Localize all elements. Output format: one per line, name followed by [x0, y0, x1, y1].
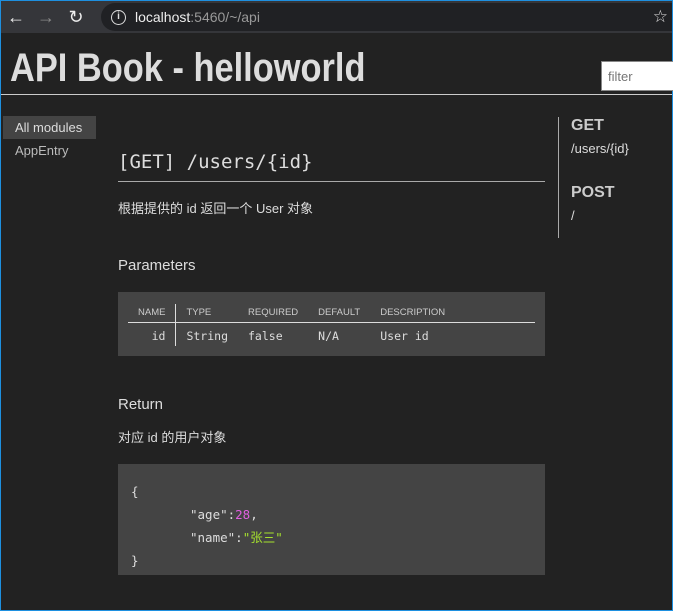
- back-icon[interactable]: ←: [1, 7, 31, 28]
- cell-type: String: [186, 329, 228, 343]
- code-key: "age":: [190, 507, 236, 522]
- return-heading: Return: [118, 396, 164, 413]
- address-bar[interactable]: i localhost:5460/~/api ☆: [101, 3, 672, 31]
- forward-icon[interactable]: →: [31, 7, 61, 28]
- endpoint-description: 根据提供的 id 返回一个 User 对象: [118, 201, 314, 216]
- cell-required: false: [248, 329, 283, 343]
- sidebar-item-appentry[interactable]: AppEntry: [3, 139, 96, 162]
- col-name: NAME: [128, 304, 177, 323]
- sidebar-item-all-modules[interactable]: All modules: [3, 116, 96, 139]
- code-line: "name":"张三": [131, 526, 532, 549]
- cell-default: N/A: [318, 329, 339, 343]
- toc-link-get-users-id[interactable]: /users/{id}: [571, 141, 629, 156]
- toc-get-heading: GET: [571, 117, 604, 134]
- parameters-heading: Parameters: [118, 257, 196, 274]
- endpoint-toc: GET /users/{id} POST /: [558, 117, 629, 238]
- col-type: TYPE: [175, 304, 238, 323]
- col-required: REQUIRED: [238, 304, 309, 323]
- code-line: }: [131, 553, 139, 568]
- return-code-block: { "age":28, "name":"张三" }: [118, 464, 545, 575]
- code-punct: ,: [250, 507, 258, 522]
- main-content: [GET] /users/{id} 根据提供的 id 返回一个 User 对象 …: [118, 151, 545, 575]
- col-default: DEFAULT: [308, 304, 371, 323]
- bookmark-star-icon[interactable]: ☆: [653, 7, 668, 27]
- url-host: localhost: [135, 9, 191, 25]
- col-description: DESCRIPTION: [370, 304, 535, 323]
- toc-link-post-root[interactable]: /: [571, 208, 629, 223]
- endpoint-title: [GET] /users/{id}: [118, 151, 545, 182]
- code-line: {: [131, 484, 139, 499]
- url-path: :5460/~/api: [190, 9, 260, 25]
- browser-toolbar: ← → ↻ i localhost:5460/~/api ☆: [1, 1, 672, 33]
- filter-input[interactable]: [601, 61, 673, 91]
- return-description: 对应 id 的用户对象: [118, 430, 227, 445]
- page-title: API Book - helloworld: [10, 46, 366, 90]
- info-icon[interactable]: i: [111, 9, 126, 25]
- code-line: "age":28,: [131, 503, 532, 526]
- parameters-table: NAME TYPE REQUIRED DEFAULT DESCRIPTION i…: [118, 292, 545, 356]
- sidebar: All modules AppEntry: [3, 116, 96, 162]
- code-key: "name":: [190, 530, 243, 545]
- page-header: API Book - helloworld: [1, 33, 673, 95]
- cell-name: id: [128, 322, 177, 346]
- cell-description: User id: [380, 329, 429, 343]
- reload-icon[interactable]: ↻: [61, 7, 91, 28]
- toc-post-heading: POST: [571, 184, 615, 201]
- code-string: "张三": [242, 530, 283, 545]
- code-number: 28: [235, 507, 251, 522]
- table-row: id String false N/A User id: [128, 322, 535, 346]
